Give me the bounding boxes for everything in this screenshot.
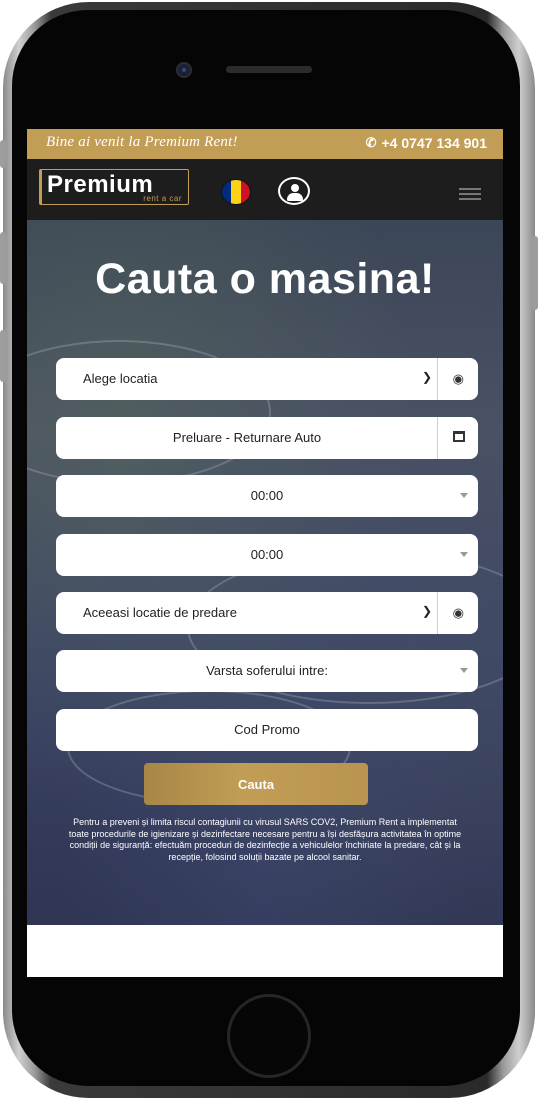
chevron-down-icon: ❯ <box>421 370 432 384</box>
menu-bar <box>459 188 481 190</box>
caret-down-icon <box>460 493 468 498</box>
divider <box>437 417 438 459</box>
return-time-select[interactable]: 00:00 <box>56 534 478 576</box>
menu-bar <box>459 198 481 200</box>
logo-subtext: rent a car <box>143 194 182 203</box>
location-select[interactable]: Alege locatia ❯ ◉ <box>56 358 478 400</box>
covid-notice: Pentru a preveni și limita riscul contag… <box>68 817 462 862</box>
power-button <box>532 236 538 310</box>
caret-down-icon <box>460 552 468 557</box>
hamburger-menu-icon[interactable] <box>459 188 481 200</box>
menu-bar <box>459 193 481 195</box>
phone-link[interactable]: ✆ +4 0747 134 901 <box>366 135 487 151</box>
driver-age-value: Varsta soferului intre: <box>206 663 328 678</box>
phone-icon: ✆ <box>365 135 377 150</box>
volume-down-button <box>0 330 6 382</box>
home-button[interactable] <box>227 994 311 1078</box>
volume-up-button <box>0 232 6 284</box>
earpiece-speaker <box>226 66 312 73</box>
navbar: Premium rent a car <box>27 159 503 220</box>
promo-code-input[interactable]: Cod Promo <box>56 709 478 751</box>
logo[interactable]: Premium rent a car <box>39 169 189 205</box>
eye-icon[interactable]: ◉ <box>453 371 464 387</box>
mute-switch <box>0 140 6 168</box>
top-info-bar: Bine ai venit la Premium Rent! ✆ +4 0747… <box>27 129 503 159</box>
chevron-down-icon: ❯ <box>421 604 432 618</box>
date-range-input[interactable]: Preluare - Returnare Auto <box>56 417 478 459</box>
driver-age-select[interactable]: Varsta soferului intre: <box>56 650 478 692</box>
welcome-text: Bine ai venit la Premium Rent! <box>46 134 238 150</box>
flag-stripe-yellow <box>231 180 241 204</box>
divider <box>437 358 438 400</box>
pickup-time-select[interactable]: 00:00 <box>56 475 478 517</box>
user-icon-head <box>291 184 299 192</box>
user-icon[interactable] <box>278 177 310 205</box>
search-hero: Cauta o masina! Alege locatia ❯ ◉ Prelua… <box>27 220 503 925</box>
search-button[interactable]: Cauta <box>144 763 368 805</box>
page-title: Cauta o masina! <box>95 255 435 303</box>
phone-number: +4 0747 134 901 <box>381 135 488 151</box>
logo-main-text: Premium <box>47 171 154 198</box>
return-location-select[interactable]: Aceeasi locatie de predare ❯ ◉ <box>56 592 478 634</box>
return-time-value: 00:00 <box>250 547 284 562</box>
user-icon-body <box>287 193 303 201</box>
screen: Bine ai venit la Premium Rent! ✆ +4 0747… <box>27 129 503 977</box>
divider <box>437 592 438 634</box>
calendar-icon[interactable] <box>453 431 465 442</box>
caret-down-icon <box>460 668 468 673</box>
location-value: Alege locatia <box>83 371 158 386</box>
eye-icon[interactable]: ◉ <box>453 605 464 621</box>
return-location-value: Aceeasi locatie de predare <box>83 605 237 620</box>
romanian-flag-icon[interactable] <box>221 179 251 205</box>
date-range-value: Preluare - Returnare Auto <box>172 430 322 445</box>
pickup-time-value: 00:00 <box>250 488 284 503</box>
promo-code-placeholder: Cod Promo <box>234 722 300 737</box>
front-camera <box>176 62 192 78</box>
